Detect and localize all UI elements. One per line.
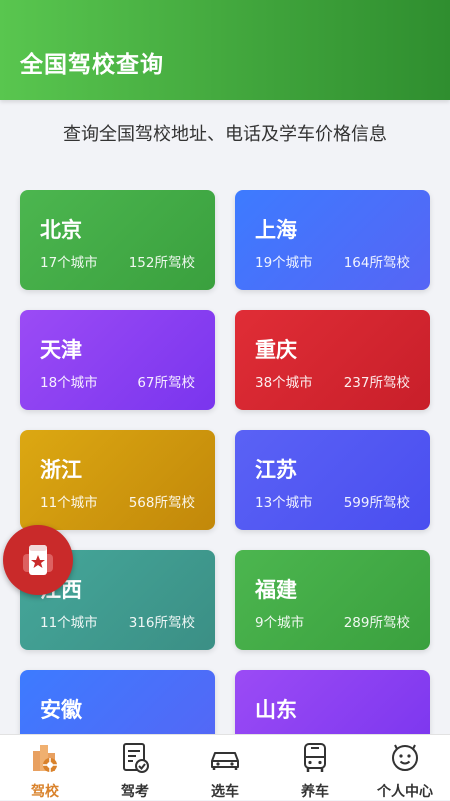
province-grid-scroll[interactable]: 北京 17个城市 152所驾校 上海 19个城市 164所驾校 天津 18个城市… <box>0 190 450 734</box>
province-name: 天津 <box>40 338 82 362</box>
profile-face-icon <box>388 741 422 775</box>
school-count: 67所驾校 <box>137 375 195 391</box>
city-count: 18个城市 <box>40 375 98 391</box>
province-grid: 北京 17个城市 152所驾校 上海 19个城市 164所驾校 天津 18个城市… <box>0 190 450 734</box>
city-count: 9个城市 <box>255 615 305 631</box>
province-name: 福建 <box>255 578 297 602</box>
province-card[interactable]: 上海 19个城市 164所驾校 <box>235 190 430 290</box>
school-count: 568所驾校 <box>128 495 195 511</box>
city-count: 11个城市 <box>40 495 98 511</box>
province-name: 上海 <box>255 218 297 242</box>
tab-bus[interactable]: 养车 <box>270 735 360 800</box>
tab-driving-school[interactable]: 驾校 <box>0 735 90 800</box>
province-stats: 11个城市 316所驾校 <box>40 611 195 631</box>
school-count: 289所驾校 <box>343 615 410 631</box>
school-count: 237所驾校 <box>343 375 410 391</box>
school-count: 316所驾校 <box>128 615 195 631</box>
tab-label: 驾校 <box>31 784 59 800</box>
tab-profile-face[interactable]: 个人中心 <box>360 735 450 800</box>
province-name: 江苏 <box>255 458 297 482</box>
province-card[interactable]: 山东 <box>235 670 430 734</box>
bottom-tab-bar: 驾校 驾考 选车 养车 个人中心 <box>0 734 450 800</box>
school-count: 599所驾校 <box>343 495 410 511</box>
province-name: 安徽 <box>40 698 82 722</box>
province-stats: 11个城市 568所驾校 <box>40 491 195 511</box>
floating-redpacket-button[interactable] <box>3 525 73 595</box>
province-stats: 13个城市 599所驾校 <box>255 491 410 511</box>
province-name: 北京 <box>40 218 82 242</box>
tab-exam[interactable]: 驾考 <box>90 735 180 800</box>
city-count: 19个城市 <box>255 255 313 271</box>
province-name: 重庆 <box>255 338 297 362</box>
red-packet-icon <box>23 545 53 575</box>
tab-label: 养车 <box>301 784 329 800</box>
driving-school-icon <box>28 741 62 775</box>
city-count: 13个城市 <box>255 495 313 511</box>
exam-icon <box>118 741 152 775</box>
province-card[interactable]: 福建 9个城市 289所驾校 <box>235 550 430 650</box>
city-count: 11个城市 <box>40 615 98 631</box>
province-card[interactable]: 北京 17个城市 152所驾校 <box>20 190 215 290</box>
province-card[interactable]: 江苏 13个城市 599所驾校 <box>235 430 430 530</box>
province-card[interactable]: 浙江 11个城市 568所驾校 <box>20 430 215 530</box>
app-header: 全国驾校查询 <box>0 0 450 100</box>
page-title: 全国驾校查询 <box>20 52 164 78</box>
province-stats: 38个城市 237所驾校 <box>255 371 410 391</box>
province-stats: 17个城市 152所驾校 <box>40 251 195 271</box>
page-subtitle: 查询全国驾校地址、电话及学车价格信息 <box>63 124 387 145</box>
province-stats: 9个城市 289所驾校 <box>255 611 410 631</box>
province-card[interactable]: 重庆 38个城市 237所驾校 <box>235 310 430 410</box>
province-name: 浙江 <box>40 458 82 482</box>
car-icon <box>208 741 242 775</box>
province-stats: 19个城市 164所驾校 <box>255 251 410 271</box>
tab-car[interactable]: 选车 <box>180 735 270 800</box>
province-card[interactable]: 天津 18个城市 67所驾校 <box>20 310 215 410</box>
province-stats: 18个城市 67所驾校 <box>40 371 195 391</box>
city-count: 38个城市 <box>255 375 313 391</box>
city-count: 17个城市 <box>40 255 98 271</box>
tab-label: 个人中心 <box>377 784 433 800</box>
bus-icon <box>298 741 332 775</box>
tab-label: 选车 <box>211 784 239 800</box>
school-count: 164所驾校 <box>343 255 410 271</box>
province-name: 山东 <box>255 698 297 722</box>
province-card[interactable]: 安徽 <box>20 670 215 734</box>
school-count: 152所驾校 <box>128 255 195 271</box>
tab-label: 驾考 <box>121 784 149 800</box>
